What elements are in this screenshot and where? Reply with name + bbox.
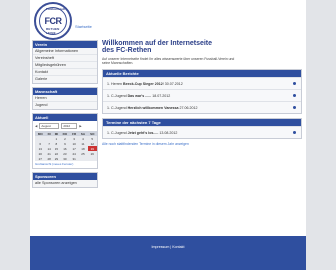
calendar-days: 1 2 3 4 5 6 7 8 9 10 11 12 13 14 15 16 17 18 19 20 21 22 23 24 2…: [35, 136, 97, 161]
breadcrumb-home-link[interactable]: Startseite: [75, 24, 92, 29]
team-item-herren[interactable]: Herren: [33, 95, 97, 102]
main-content: Willkommen auf der Internetseite des FC-…: [102, 40, 302, 146]
news-team: 1. C-Jugend: [107, 106, 128, 111]
date-item[interactable]: 1. C-Jugend Jetzt geht's los..... 13.08.…: [103, 126, 301, 139]
calendar-fullview-link[interactable]: Großansicht (neues Fenster): [33, 161, 97, 168]
menu-item-gebuehren[interactable]: Mitgliedsgebühren: [33, 62, 97, 69]
news-date: 27.06.2012: [178, 106, 198, 111]
footer-links[interactable]: Impressum | Kontakt: [30, 245, 306, 249]
sidebar: Verein Allgemeine Informationen Vereinsh…: [32, 40, 98, 191]
content-container: Fußballclub FCR RETHEN LEINE Startseite …: [30, 0, 306, 270]
news-item[interactable]: 1. C-Jugend Das war's ...... 18.07.2012: [103, 89, 301, 102]
footer: Impressum | Kontakt: [30, 236, 306, 270]
sponsors-box: Sponsoren alle Sponsoren anzeigen: [32, 172, 98, 188]
menu-item-kontakt[interactable]: Kontakt: [33, 69, 97, 76]
date-team: 1. C-Jugend: [107, 131, 128, 136]
news-team: 1. C-Jugend: [107, 94, 128, 99]
bullet-icon: [293, 131, 296, 135]
page-title-line1: Willkommen auf der Internetseite: [102, 40, 213, 47]
calendar-grid: MO DI MI DO FR SA SO 1 2 3 4 5 6 7 8 9 10 11 12 13 14…: [35, 131, 97, 161]
page-title-line2: des FC-Rethen: [102, 47, 152, 54]
next-arrow-icon[interactable]: ▶: [79, 124, 81, 128]
date-headline[interactable]: Jetzt geht's los.....: [128, 131, 159, 135]
logo-emblem: Fußballclub FCR RETHEN LEINE: [39, 7, 67, 35]
news-item[interactable]: 1. C-Jugend Herzlich willkommen Vanessa …: [103, 101, 301, 114]
club-logo[interactable]: Fußballclub FCR RETHEN LEINE: [34, 2, 72, 40]
menu-item-info[interactable]: Allgemeine Informationen: [33, 48, 97, 55]
month-select[interactable]: August: [39, 123, 60, 129]
bullet-icon: [293, 106, 296, 110]
team-title: Mannschaft: [33, 88, 97, 95]
news-headline[interactable]: Beeck-Cup Sieger 2012: [123, 82, 163, 86]
news-date: 18.07.2012: [151, 94, 171, 99]
bullet-icon: [293, 82, 296, 86]
logo-bottom-text: RETHEN LEINE: [46, 27, 60, 35]
news-panel: Aktuelle Berichte 1. Herren Beeck-Cup Si…: [102, 69, 302, 115]
news-headline[interactable]: Herzlich willkommen Vanessa: [128, 106, 179, 110]
year-select[interactable]: 2012: [61, 123, 78, 129]
calendar-title: Aktuell: [33, 114, 97, 121]
news-item[interactable]: 1. Herren Beeck-Cup Sieger 2012! 30.07.2…: [103, 77, 301, 90]
news-panel-title: Aktuelle Berichte: [103, 70, 301, 78]
page-background-right: [306, 0, 336, 270]
sponsors-link[interactable]: alle Sponsoren anzeigen: [33, 180, 97, 187]
news-date: ! 30.07.2012: [162, 82, 183, 87]
calendar-box: Aktuell ◀ August 2012 ▶ MO DI MI DO FR S…: [32, 113, 98, 169]
logo-letters: FCR: [44, 15, 63, 26]
page-title: Willkommen auf der Internetseite des FC-…: [102, 40, 302, 54]
page-background-left: [0, 0, 30, 270]
team-item-jugend[interactable]: Jugend: [33, 102, 97, 109]
news-headline[interactable]: Das war's ......: [128, 94, 152, 98]
menu-title: Verein: [33, 41, 97, 48]
menu-item-galerie[interactable]: Galerie: [33, 76, 97, 83]
menu-box: Verein Allgemeine Informationen Vereinsh…: [32, 40, 98, 84]
menu-item-vereinsheft[interactable]: Vereinsheft: [33, 55, 97, 62]
bullet-icon: [293, 94, 296, 98]
all-dates-link[interactable]: Alle noch stattfindenden Termine in dies…: [102, 142, 302, 146]
intro-text: Auf unserer Internetseite findet Ihr all…: [102, 57, 235, 66]
date-date: 13.08.2012: [158, 131, 178, 136]
news-team: 1. Herren: [107, 82, 123, 87]
prev-arrow-icon[interactable]: ◀: [35, 124, 37, 128]
calendar-controls: ◀ August 2012 ▶: [33, 121, 97, 131]
team-box: Mannschaft Herren Jugend: [32, 87, 98, 110]
logo-top-text: Fußballclub: [46, 7, 66, 11]
dates-panel-title: Termine der nächsten 7 Tage: [103, 119, 301, 127]
sponsors-title: Sponsoren: [33, 173, 97, 180]
dates-panel: Termine der nächsten 7 Tage 1. C-Jugend …: [102, 118, 302, 140]
page: Fußballclub FCR RETHEN LEINE Startseite …: [0, 0, 336, 270]
